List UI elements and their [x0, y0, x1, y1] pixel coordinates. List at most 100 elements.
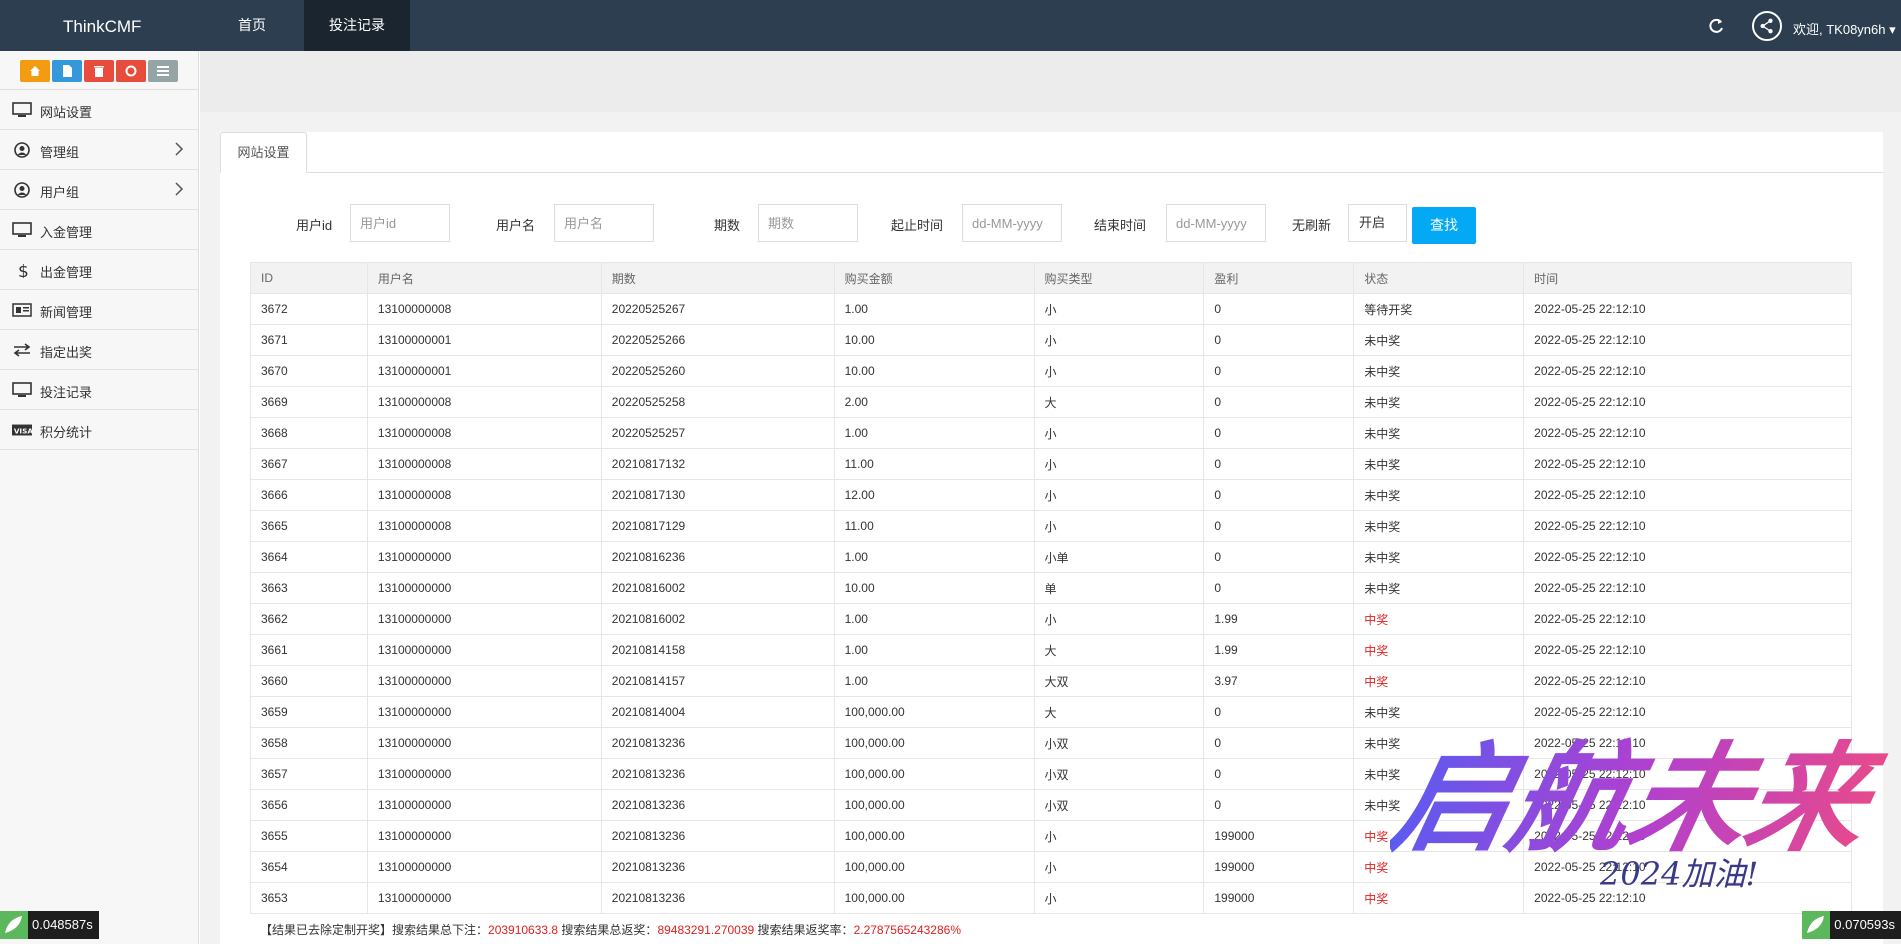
sidebar-item-site-settings[interactable]: 网站设置: [0, 90, 198, 130]
sidebar-item-user-group[interactable]: 用户组: [0, 170, 198, 210]
table-cell: 10.00: [833, 324, 1035, 356]
table-cell: 2022-05-25 22:12:10: [1523, 696, 1852, 728]
list-shortcut-button[interactable]: [148, 60, 178, 82]
table-cell: 100,000.00: [833, 820, 1035, 852]
table-cell: 13100000008: [366, 448, 602, 480]
avatar[interactable]: [1752, 11, 1782, 41]
refresh-icon[interactable]: [1707, 17, 1725, 35]
column-header: 购买类型: [1033, 262, 1205, 294]
table-cell: 3655: [250, 820, 368, 852]
nav-bet-records[interactable]: 投注记录: [304, 0, 410, 51]
table-cell: 3654: [250, 851, 368, 883]
sidebar-item-bet-records[interactable]: 投注记录: [0, 370, 198, 410]
sidebar-item-admin-group[interactable]: 管理组: [0, 130, 198, 170]
recycle-shortcut-button[interactable]: [116, 60, 146, 82]
table-cell: 13100000000: [366, 851, 602, 883]
table-cell: 2022-05-25 22:12:10: [1523, 448, 1852, 480]
table-row: 3664 13100000000 20210816236 1.00 小单 0 未中奖 2022…: [250, 541, 1852, 573]
table-cell: 199000: [1203, 820, 1355, 852]
trash-icon: [94, 66, 104, 77]
user-id-label: 用户id: [296, 218, 333, 233]
return-rate-value: 2.2787565243286%: [853, 923, 961, 937]
content-header-strip: [200, 51, 1901, 112]
table-row: 3658 13100000000 20210813236 100,000.00 小双 0 未…: [250, 727, 1852, 759]
table-cell: 2022-05-25 22:12:10: [1523, 882, 1852, 914]
column-header: 期数: [600, 262, 835, 294]
total-return-value: 89483291.270039: [657, 923, 755, 937]
table-row: 3671 13100000001 20220525266 10.00 小 0 未中奖 2022…: [250, 324, 1852, 356]
column-header: 时间: [1523, 262, 1852, 294]
sidebar: 网站设置 管理组 用户组 入金管理 $ 出金管理 新闻管理 指定出奖 投注记录 …: [0, 51, 199, 944]
start-time-input[interactable]: [962, 204, 1062, 242]
table-cell: 小: [1033, 293, 1205, 325]
table-cell: 3663: [250, 572, 368, 604]
search-button[interactable]: 查找: [1412, 207, 1476, 244]
home-shortcut-button[interactable]: [20, 60, 50, 82]
table-cell: 2022-05-25 22:12:10: [1523, 293, 1852, 325]
sidebar-item-news[interactable]: 新闻管理: [0, 290, 198, 330]
column-header: 购买金额: [833, 262, 1035, 294]
column-header: 状态: [1353, 262, 1525, 294]
table-cell: 13100000008: [366, 386, 602, 418]
nav-home[interactable]: 首页: [213, 0, 291, 51]
file-shortcut-button[interactable]: [52, 60, 82, 82]
table-cell: 2022-05-25 22:12:10: [1523, 727, 1852, 759]
table-cell: 13100000000: [366, 882, 602, 914]
column-header: 用户名: [366, 262, 602, 294]
end-time-input[interactable]: [1166, 204, 1266, 242]
table-cell: 未中奖: [1353, 417, 1525, 449]
table-cell: 13100000000: [366, 727, 602, 759]
table-cell: 20210814004: [600, 696, 835, 728]
table-cell: 0: [1203, 479, 1355, 511]
table-cell: 小: [1033, 603, 1205, 635]
sidebar-item-label: 指定出奖: [40, 345, 93, 360]
table-cell: 13100000000: [366, 789, 602, 821]
table-cell: 未中奖: [1353, 479, 1525, 511]
sidebar-item-deposit[interactable]: 入金管理: [0, 210, 198, 250]
leaf-icon: [0, 911, 28, 939]
sidebar-item-label: 投注记录: [40, 385, 93, 400]
username-input[interactable]: [554, 204, 654, 242]
table-cell: 大: [1033, 634, 1205, 666]
table-cell: 3672: [250, 293, 368, 325]
table-cell: 12.00: [833, 479, 1035, 511]
table-cell: 1.00: [833, 541, 1035, 573]
user-welcome-menu[interactable]: 欢迎, TK08yn6h ▾: [1793, 19, 1896, 38]
table-cell: 未中奖: [1353, 758, 1525, 790]
table-cell: 0: [1203, 510, 1355, 542]
table-cell: 13100000008: [366, 510, 602, 542]
sidebar-item-label: 新闻管理: [40, 305, 93, 320]
table-cell: 20210816002: [600, 603, 835, 635]
table-cell: 1.00: [833, 634, 1035, 666]
tab-site-settings[interactable]: 网站设置: [220, 132, 307, 173]
sidebar-item-points-stats[interactable]: VISA 积分统计: [0, 410, 198, 450]
table-cell: 199000: [1203, 882, 1355, 914]
delete-shortcut-button[interactable]: [84, 60, 114, 82]
end-time-label: 结束时间: [1094, 218, 1147, 233]
table-row: 3659 13100000000 20210814004 100,000.00 大 0 未中…: [250, 696, 1852, 728]
user-id-input[interactable]: [350, 204, 450, 242]
table-cell: 未中奖: [1353, 448, 1525, 480]
table-cell: 20210813236: [600, 851, 835, 883]
table-cell: 10.00: [833, 572, 1035, 604]
table-cell: 2022-05-25 22:12:10: [1523, 572, 1852, 604]
table-cell: 0: [1203, 541, 1355, 573]
table-cell: 3660: [250, 665, 368, 697]
table-cell: 小单: [1033, 541, 1205, 573]
table-cell: 中奖: [1353, 634, 1525, 666]
sidebar-item-withdraw[interactable]: $ 出金管理: [0, 250, 198, 290]
table-row: 3657 13100000000 20210813236 100,000.00 小双 0 未…: [250, 758, 1852, 790]
no-refresh-select[interactable]: 开启: [1348, 204, 1407, 242]
bet-records-table: ID 用户名 期数 购买金额 购买类型 盈利 状态 时间 3672 13100000008 202…: [250, 262, 1852, 914]
table-cell: 20220525258: [600, 386, 835, 418]
table-cell: 2022-05-25 22:12:10: [1523, 386, 1852, 418]
table-cell: 0: [1203, 696, 1355, 728]
period-input[interactable]: [758, 204, 858, 242]
brand-logo[interactable]: ThinkCMF: [63, 17, 141, 37]
table-cell: 大双: [1033, 665, 1205, 697]
sidebar-item-assign-prize[interactable]: 指定出奖: [0, 330, 198, 370]
table-cell: 20210817132: [600, 448, 835, 480]
table-cell: 100,000.00: [833, 851, 1035, 883]
newspaper-icon: [12, 303, 32, 317]
table-cell: 3656: [250, 789, 368, 821]
